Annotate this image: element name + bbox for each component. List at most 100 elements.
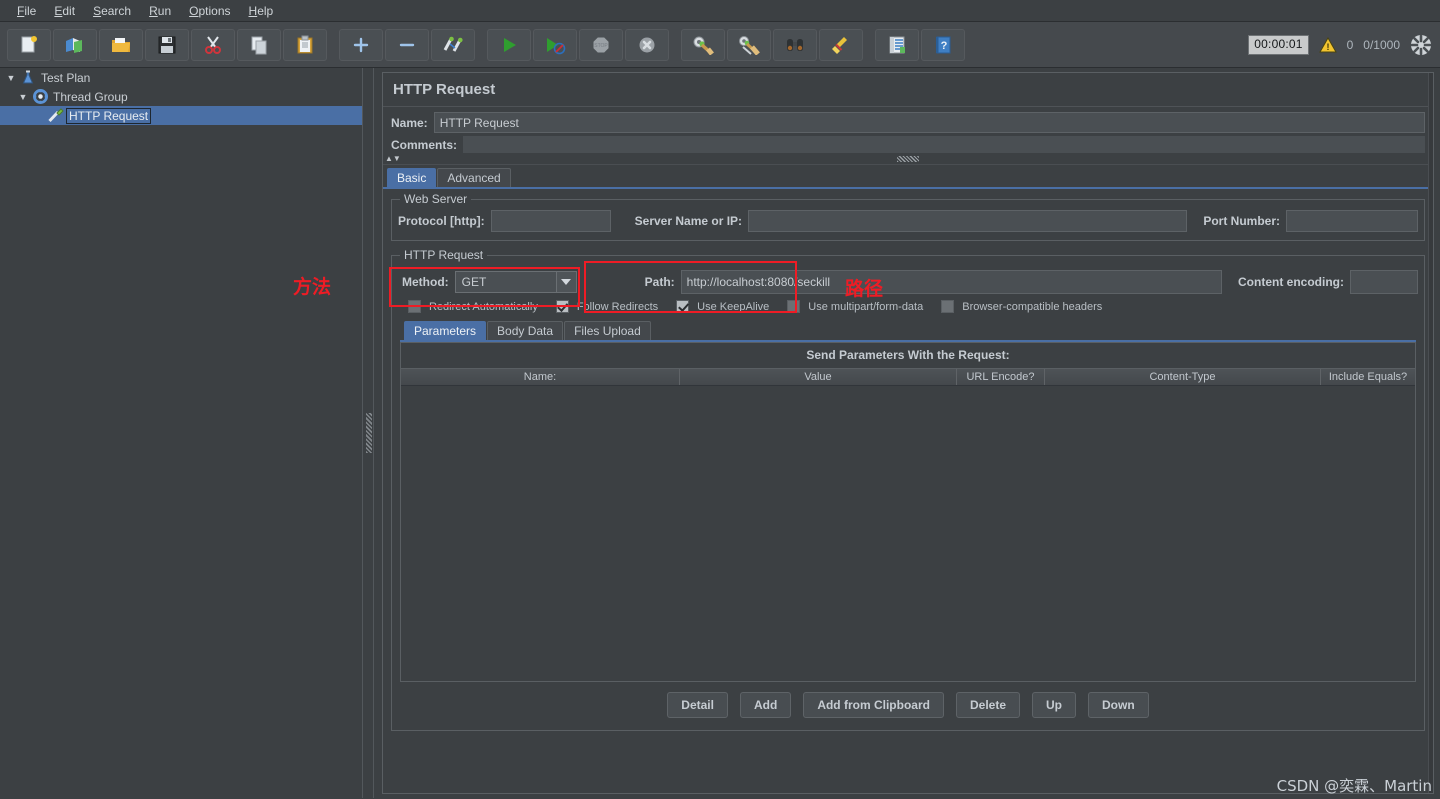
warning-icon[interactable]: ! bbox=[1318, 37, 1337, 53]
param-tabstrip: Parameters Body Data Files Upload bbox=[398, 321, 1418, 340]
tab-files-upload[interactable]: Files Upload bbox=[564, 321, 651, 340]
panel-scrollbar[interactable] bbox=[1428, 73, 1433, 793]
paste-icon-button[interactable] bbox=[283, 28, 327, 61]
elapsed-timer: 00:00:01 bbox=[1248, 35, 1309, 55]
function-helper-icon bbox=[889, 36, 905, 53]
tab-body-data[interactable]: Body Data bbox=[487, 321, 564, 340]
search-icon-button[interactable] bbox=[773, 28, 817, 61]
stop-icon-button[interactable]: STOP bbox=[579, 28, 623, 61]
use-multipart-checkbox[interactable] bbox=[787, 300, 801, 313]
play-icon bbox=[504, 37, 516, 52]
collapse-arrows-icon[interactable]: ▲▼ bbox=[385, 155, 401, 163]
follow-redirects-label: Follow Redirects bbox=[576, 300, 659, 313]
save-icon bbox=[158, 36, 176, 53]
shutdown-icon bbox=[639, 37, 655, 52]
menu-item-edit[interactable]: Edit bbox=[45, 2, 84, 20]
name-label: Name: bbox=[391, 115, 428, 130]
toolbar: STOP ? 00:00:01 ! 0 0/1000 bbox=[0, 22, 1440, 68]
column-header-value[interactable]: Value bbox=[680, 369, 957, 385]
start-no-pauses-icon-button[interactable] bbox=[533, 28, 577, 61]
path-annotation-text: 路径 bbox=[845, 278, 884, 300]
column-header-content-type[interactable]: Content-Type bbox=[1045, 369, 1321, 385]
web-server-fields: Protocol [http]: Server Name or IP: Port… bbox=[398, 210, 1418, 232]
browser-compatible-headers-label: Browser-compatible headers bbox=[962, 300, 1103, 313]
detail-button[interactable]: Detail bbox=[667, 692, 728, 718]
templates-icon-button[interactable] bbox=[53, 28, 97, 61]
twisty-expanded-icon[interactable]: ▼ bbox=[16, 92, 30, 102]
tree-node-test-plan[interactable]: ▼ Test Plan bbox=[0, 68, 362, 87]
clear-all-icon-button[interactable] bbox=[727, 28, 771, 61]
tab-basic[interactable]: Basic bbox=[387, 168, 437, 187]
column-header-include-equals[interactable]: Include Equals? bbox=[1321, 369, 1415, 385]
name-input[interactable]: HTTP Request bbox=[433, 112, 1425, 133]
help-icon-button[interactable]: ? bbox=[921, 28, 965, 61]
menu-item-run[interactable]: Run bbox=[140, 2, 180, 20]
collapse-icon-button[interactable] bbox=[385, 28, 429, 61]
method-select[interactable]: GET bbox=[454, 271, 577, 293]
active-thread-count: 0/1000 bbox=[1363, 38, 1400, 52]
http-request-editor: HTTP Request Name: HTTP Request Comments… bbox=[374, 68, 1440, 798]
save-icon-button[interactable] bbox=[145, 28, 189, 61]
tab-advanced[interactable]: Advanced bbox=[437, 168, 511, 187]
use-keepalive-checkbox[interactable] bbox=[676, 300, 690, 313]
add-from-clipboard-button[interactable]: Add from Clipboard bbox=[803, 692, 944, 718]
chevron-down-icon[interactable] bbox=[555, 272, 576, 292]
delete-button[interactable]: Delete bbox=[955, 692, 1021, 718]
toolbar-status-cluster: 00:00:01 ! 0 0/1000 bbox=[1248, 22, 1432, 68]
page-title: HTTP Request bbox=[393, 81, 496, 98]
method-path-row: Method: GET Path: http://localhost:8080/… bbox=[398, 270, 1418, 294]
use-multipart-label: Use multipart/form-data bbox=[808, 300, 924, 313]
protocol-input[interactable] bbox=[490, 210, 611, 232]
method-label: Method: bbox=[402, 275, 449, 289]
reset-search-icon-button[interactable] bbox=[819, 28, 863, 61]
open-icon-button[interactable] bbox=[99, 28, 143, 61]
clear-icon-button[interactable] bbox=[681, 28, 725, 61]
toggle-icon-button[interactable] bbox=[431, 28, 475, 61]
table-body[interactable] bbox=[401, 386, 1415, 681]
browser-compatible-headers-checkbox[interactable] bbox=[941, 300, 955, 313]
cut-icon-button[interactable] bbox=[191, 28, 235, 61]
content-encoding-input[interactable] bbox=[1350, 270, 1418, 294]
menu-item-options[interactable]: Options bbox=[180, 2, 239, 20]
start-icon-button[interactable] bbox=[487, 28, 531, 61]
paste-icon bbox=[297, 35, 313, 53]
function-helper-icon-button[interactable] bbox=[875, 28, 919, 61]
menu-item-search[interactable]: Search bbox=[84, 2, 140, 20]
tree-node-thread-group[interactable]: ▼ Thread Group bbox=[0, 87, 362, 106]
svg-text:?: ? bbox=[941, 40, 948, 52]
http-request-group-title: HTTP Request bbox=[400, 248, 488, 262]
split-pane-grip[interactable] bbox=[366, 413, 372, 453]
open-icon bbox=[112, 37, 130, 52]
twisty-expanded-icon[interactable]: ▼ bbox=[4, 73, 18, 83]
redirect-automatically-checkbox[interactable] bbox=[408, 300, 421, 313]
new-icon-button[interactable] bbox=[7, 28, 51, 61]
copy-icon-button[interactable] bbox=[237, 28, 281, 61]
follow-redirects-checkbox[interactable] bbox=[555, 300, 569, 313]
port-number-input[interactable] bbox=[1286, 210, 1418, 232]
expand-icon-button[interactable] bbox=[339, 28, 383, 61]
column-header-name[interactable]: Name: bbox=[401, 369, 680, 385]
collapse-grip[interactable] bbox=[897, 156, 919, 162]
tree-node-http-request[interactable]: HTTP Request bbox=[0, 106, 362, 125]
down-button[interactable]: Down bbox=[1088, 692, 1149, 718]
test-plan-tree[interactable]: ▼ Test Plan ▼ Thread Group HTTP Request bbox=[0, 68, 362, 798]
shutdown-icon-button[interactable] bbox=[625, 28, 669, 61]
up-button[interactable]: Up bbox=[1032, 692, 1077, 718]
main-split: ▼ Test Plan ▼ Thread Group HTTP Request … bbox=[0, 68, 1440, 798]
add-button[interactable]: Add bbox=[739, 692, 792, 718]
menu-item-help[interactable]: Help bbox=[240, 2, 283, 20]
menu-item-file[interactable]: File bbox=[8, 2, 45, 20]
broom-icon bbox=[832, 36, 847, 54]
tab-parameters[interactable]: Parameters bbox=[404, 321, 487, 340]
server-name-label: Server Name or IP: bbox=[634, 214, 743, 228]
column-header-url-encode[interactable]: URL Encode? bbox=[957, 369, 1045, 385]
server-name-input[interactable] bbox=[748, 210, 1188, 232]
http-request-group: HTTP Request Method: GET Path: http://lo… bbox=[391, 248, 1425, 731]
warning-count: 0 bbox=[1346, 38, 1354, 52]
thread-status-icon[interactable] bbox=[1410, 34, 1432, 56]
split-pane-divider[interactable] bbox=[362, 68, 374, 798]
name-row: Name: HTTP Request bbox=[383, 107, 1433, 136]
collapse-strip[interactable]: ▲▼ bbox=[383, 154, 1433, 165]
comments-input[interactable] bbox=[463, 136, 1425, 153]
path-input[interactable]: http://localhost:8080/seckill bbox=[680, 270, 1223, 294]
